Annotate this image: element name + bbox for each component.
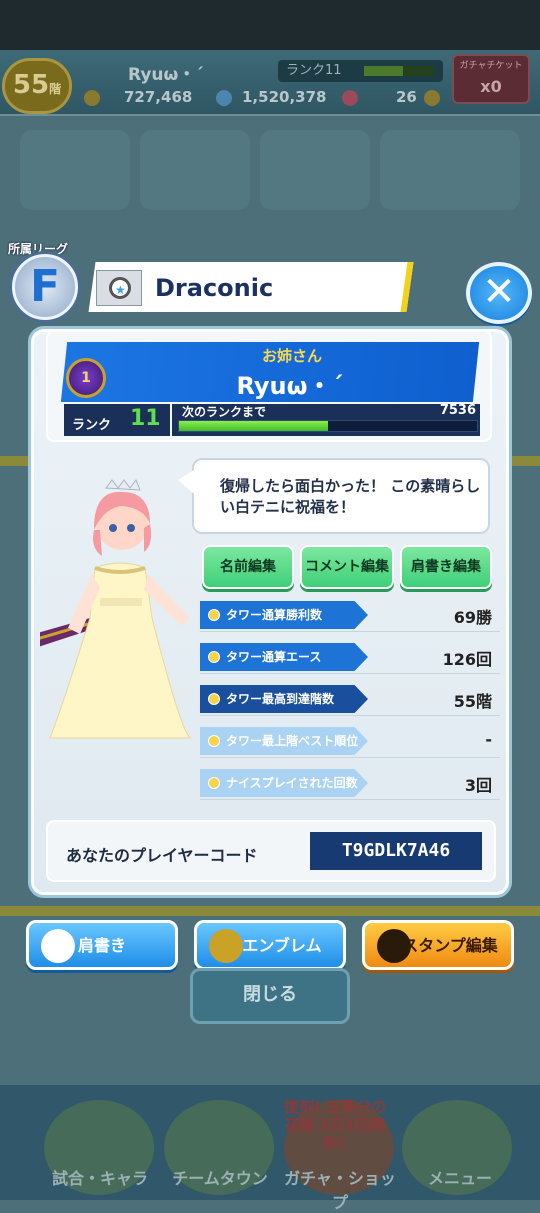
coin-icon xyxy=(84,90,100,106)
stat-label: タワー最高到達階数 xyxy=(226,692,335,706)
rank-label: ランク xyxy=(72,418,112,433)
hud-gems: 1,520,378 xyxy=(242,88,327,106)
stat-tag: タワー通算勝利数 xyxy=(200,601,368,629)
title-button-label: 肩書き xyxy=(77,936,126,955)
stat-dot-icon xyxy=(208,735,220,747)
stat-value: 55階 xyxy=(453,692,492,711)
nav-label-town: チームタウン xyxy=(172,1169,268,1188)
stat-label: タワー通算エース xyxy=(226,650,322,664)
stat-label: タワー最上階ベスト順位 xyxy=(226,734,359,748)
status-bar xyxy=(0,0,540,50)
floor-value: 55 xyxy=(12,70,50,100)
title-button[interactable]: 肩書き xyxy=(26,920,178,970)
character-avatar xyxy=(40,478,192,739)
bg-tile xyxy=(140,130,250,210)
stat-value: 3回 xyxy=(464,776,492,795)
rank-value: 11 xyxy=(130,406,161,431)
hud-rank: ランク11 xyxy=(278,60,443,82)
stat-label: タワー通算勝利数 xyxy=(226,608,323,622)
player-comment: 復帰したら面白かった！ この素晴らしい白テニに祝福を！ xyxy=(220,477,481,516)
stamp-icon xyxy=(377,929,411,963)
stat-dot-icon xyxy=(208,609,220,621)
gem-icon xyxy=(216,90,232,106)
player-code[interactable]: T9GDLK7A46 xyxy=(310,832,482,870)
stat-row: タワー通算エース 126回 xyxy=(200,643,500,675)
stat-tag: タワー通算エース xyxy=(200,643,368,671)
player-title: お姉さん xyxy=(261,347,322,365)
team-name: Draconic xyxy=(155,274,274,302)
nav-label-gacha: ガチャ・ショップ xyxy=(284,1169,396,1212)
stat-value: - xyxy=(485,730,492,749)
bg-tile xyxy=(260,130,370,210)
floor-badge: 55階 xyxy=(2,58,72,114)
stat-tag: タワー最高到達階数 xyxy=(200,685,368,713)
nav-label-match: 試合・キャラ xyxy=(51,1169,148,1188)
edit-name-button[interactable]: 名前編集 xyxy=(202,545,294,589)
stamp-edit-button[interactable]: スタンプ編集 xyxy=(362,920,514,970)
bg-stripe xyxy=(0,906,540,916)
exp-bar xyxy=(178,420,478,432)
edit-comment-button[interactable]: コメント編集 xyxy=(300,545,394,589)
add-hearts-icon xyxy=(424,90,440,106)
stat-dot-icon xyxy=(208,777,220,789)
stat-dot-icon xyxy=(208,651,220,663)
next-rank-label: 次のランクまで xyxy=(182,405,267,419)
stat-row: ナイスプレイされた回数 3回 xyxy=(200,769,500,801)
stat-tag: タワー最上階ベスト順位 xyxy=(200,727,368,755)
promo-banner: 復刻! 五等分の花嫁 1日1回無料! xyxy=(283,1098,387,1152)
stat-label: ナイスプレイされた回数 xyxy=(226,776,358,790)
bg-tile xyxy=(20,130,130,210)
stat-value: 126回 xyxy=(442,650,492,669)
gacha-ticket-count: x0 xyxy=(480,77,502,96)
emblem-button[interactable]: エンブレム xyxy=(194,920,346,970)
floor-unit: 階 xyxy=(49,82,62,96)
league-badge-group: 所属リーグ F xyxy=(8,240,88,320)
gacha-ticket-label: ガチャチケット xyxy=(459,61,523,71)
hud-rank-label: ランク11 xyxy=(286,63,342,78)
stat-value: 69勝 xyxy=(453,608,492,627)
hud-coins: 727,468 xyxy=(124,88,193,106)
heart-icon xyxy=(342,90,358,106)
player-code-label: あなたのプレイヤーコード xyxy=(66,846,258,865)
bg-tile xyxy=(380,130,520,210)
close-icon[interactable]: ✕ xyxy=(466,262,532,324)
edit-title-button[interactable]: 肩書き編集 xyxy=(400,545,492,589)
stat-dot-icon xyxy=(208,693,220,705)
hud-player-name: Ryuω・´ xyxy=(128,65,204,85)
gacha-ticket: ガチャチケット x0 xyxy=(452,54,530,104)
close-button[interactable]: 閉じる xyxy=(190,968,350,1024)
title-icon xyxy=(41,929,75,963)
team-icon: ★ xyxy=(96,270,142,306)
nav-label-menu: メニュー xyxy=(427,1169,492,1188)
player-name: Ryuω・´ xyxy=(236,372,344,400)
next-rank-value: 7536 xyxy=(439,403,476,418)
stat-row: タワー通算勝利数 69勝 xyxy=(200,601,500,633)
emblem-icon: 1 xyxy=(66,358,106,398)
exp-bar-fill xyxy=(179,421,328,431)
league-badge: F xyxy=(12,254,78,320)
emblem-button-icon xyxy=(209,929,243,963)
stat-tag: ナイスプレイされた回数 xyxy=(200,769,368,797)
stat-row: タワー最上階ベスト順位 - xyxy=(200,727,500,759)
stat-row: タワー最高到達階数 55階 xyxy=(200,685,500,717)
hud-rank-bar xyxy=(364,66,434,76)
hud-hearts: 26 xyxy=(396,88,417,106)
